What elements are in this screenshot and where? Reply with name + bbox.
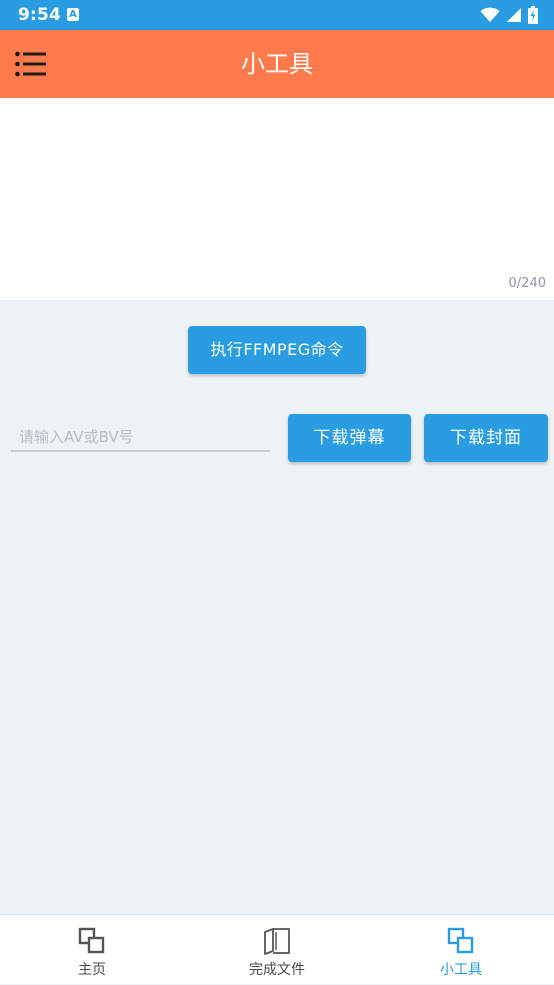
download-danmaku-button[interactable]: 下载弹幕 — [288, 414, 411, 462]
page-title: 小工具 — [241, 50, 313, 78]
a-notification-icon: A — [67, 8, 79, 21]
nav-label-finished-files: 完成文件 — [249, 962, 305, 978]
tools-squares-icon — [447, 927, 474, 954]
command-textarea[interactable] — [0, 98, 554, 278]
home-squares-icon — [78, 927, 105, 954]
app-bar: 小工具 — [0, 30, 554, 98]
nav-label-tools: 小工具 — [440, 962, 482, 978]
char-counter: 0/240 — [508, 276, 546, 291]
status-bar: 9:54 A — [0, 0, 554, 30]
execute-ffmpeg-button[interactable]: 执行FFMPEG命令 — [188, 326, 366, 374]
cellular-signal-icon — [507, 8, 521, 22]
av-bv-input[interactable] — [11, 424, 270, 452]
nav-label-home: 主页 — [78, 962, 106, 978]
nav-item-tools[interactable]: 小工具 — [369, 915, 553, 985]
battery-charging-icon — [528, 6, 538, 24]
status-time: 9:54 — [18, 5, 62, 25]
nav-item-home[interactable]: 主页 — [0, 915, 184, 985]
bottom-nav: 主页 完成文件 小工具 — [0, 914, 554, 984]
download-cover-button[interactable]: 下载封面 — [424, 414, 548, 462]
nav-item-finished-files[interactable]: 完成文件 — [185, 915, 369, 985]
wifi-icon — [480, 7, 500, 22]
status-icons — [480, 6, 538, 24]
book-icon — [264, 928, 290, 955]
command-editor-card: 0/240 — [0, 98, 554, 300]
